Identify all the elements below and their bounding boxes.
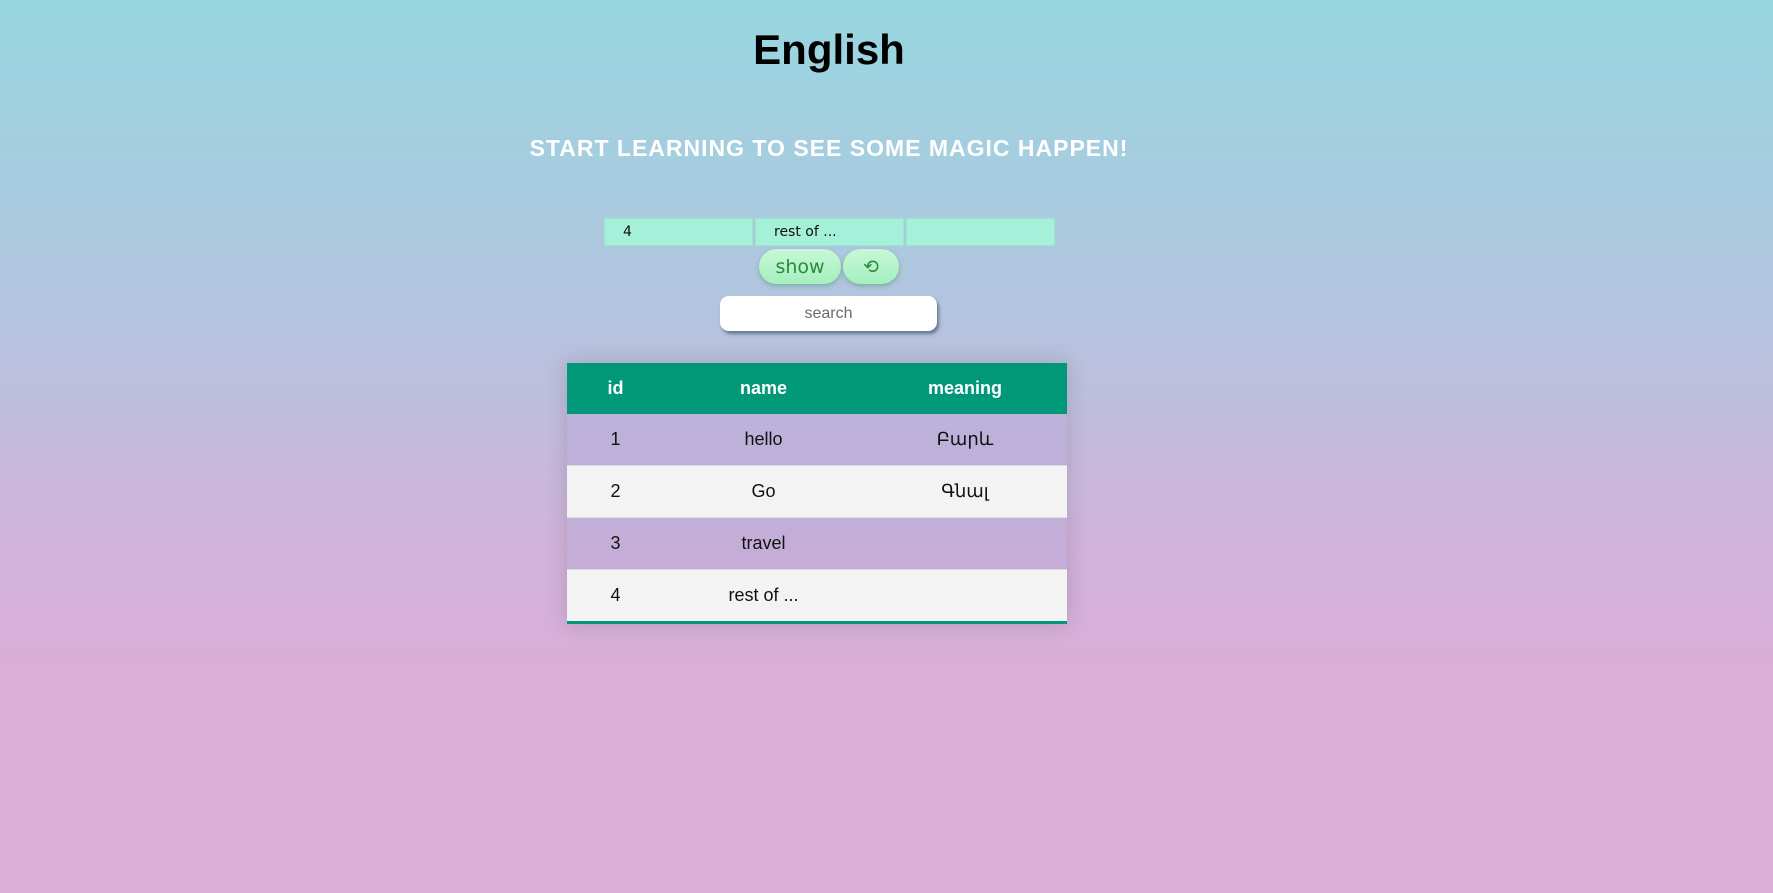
header-meaning: meaning bbox=[927, 378, 1002, 398]
words-table: id name meaning 1 hello Բարև 2 Go Գնալ 3… bbox=[567, 363, 1067, 624]
table-row[interactable]: 3 travel bbox=[567, 517, 1067, 570]
cell-meaning: Գնալ bbox=[863, 465, 1067, 518]
cell-id: 3 bbox=[567, 517, 664, 570]
words-table-container: id name meaning 1 hello Բարև 2 Go Գնալ 3… bbox=[567, 363, 1067, 624]
id-input[interactable] bbox=[604, 218, 753, 246]
cell-meaning: Բարև bbox=[863, 414, 1067, 466]
cell-name: hello bbox=[664, 414, 863, 466]
table-row[interactable]: 2 Go Գնալ bbox=[567, 465, 1067, 518]
name-input[interactable] bbox=[755, 218, 904, 246]
header-id: id bbox=[607, 378, 624, 398]
header-name: name bbox=[739, 378, 788, 398]
search-input[interactable] bbox=[720, 296, 937, 331]
cell-id: 1 bbox=[567, 414, 664, 466]
page-subtitle: START LEARNING TO SEE SOME MAGIC HAPPEN! bbox=[529, 135, 1129, 161]
reset-button[interactable]: ⟲ bbox=[843, 249, 899, 284]
cell-id: 4 bbox=[567, 569, 664, 624]
table-row[interactable]: 4 rest of ... bbox=[567, 569, 1067, 624]
cell-name: rest of ... bbox=[664, 569, 863, 624]
refresh-icon: ⟲ bbox=[863, 255, 879, 278]
cell-name: travel bbox=[664, 517, 863, 570]
action-buttons: show ⟲ bbox=[759, 249, 899, 284]
table-header-row: id name meaning bbox=[567, 363, 1067, 414]
page-title: English bbox=[753, 26, 905, 73]
meaning-input[interactable] bbox=[906, 218, 1055, 246]
cell-id: 2 bbox=[567, 465, 664, 518]
cell-name: Go bbox=[664, 465, 863, 518]
cell-meaning bbox=[863, 517, 1067, 570]
table-row[interactable]: 1 hello Բարև bbox=[567, 414, 1067, 466]
cell-meaning bbox=[863, 569, 1067, 624]
show-button[interactable]: show bbox=[759, 249, 841, 284]
word-input-row bbox=[604, 218, 1055, 246]
